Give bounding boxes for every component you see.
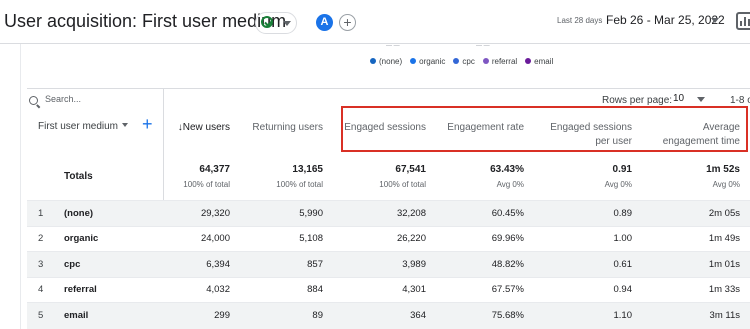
total-subtext: Avg 0% (604, 180, 632, 189)
total-subtext: 100% of total (379, 180, 426, 189)
total-subtext: Avg 0% (712, 180, 740, 189)
table-cell: 2m 05s (708, 208, 740, 219)
total-subtext: 100% of total (276, 180, 323, 189)
table-cell: 3m 11s (709, 310, 740, 321)
left-gutter (20, 44, 21, 329)
table-cell: 4,301 (402, 284, 426, 295)
legend-item[interactable]: referral (482, 57, 518, 66)
table-cell: 1.00 (613, 233, 633, 244)
row-dimension: email (64, 310, 89, 321)
table-cell: 48.82% (491, 259, 524, 270)
table-cell: 3,989 (402, 259, 426, 270)
table-cell: 75.68% (491, 310, 524, 321)
search-input[interactable] (45, 94, 145, 104)
total-value: 0.91 (612, 164, 632, 175)
legend-item[interactable]: (none) (370, 57, 402, 66)
table-cell: 26,220 (396, 233, 426, 244)
legend-dot-icon (525, 58, 532, 64)
totals-label: Totals (64, 171, 93, 182)
table-cell: 1m 01s (708, 259, 740, 270)
add-dimension-button[interactable]: + (142, 115, 153, 133)
table-cell: 5,990 (299, 208, 323, 219)
legend-label: cpc (462, 57, 475, 66)
table-cell: 89 (312, 310, 323, 321)
row-dimension: organic (64, 233, 99, 244)
customize-report-icon[interactable] (736, 12, 750, 30)
chart-axis-fragment: — — (476, 43, 490, 49)
table-cell: 5,108 (299, 233, 323, 244)
row-index: 2 (38, 233, 44, 244)
table-cell: 1.10 (613, 310, 633, 321)
table-cell: 4,032 (206, 284, 230, 295)
check-circle-icon (261, 16, 273, 28)
add-comparison-button[interactable]: + (339, 14, 356, 31)
row-divider (27, 277, 750, 278)
row-dimension: cpc (64, 259, 81, 270)
table-cell: 0.94 (613, 284, 633, 295)
table-cell: 884 (307, 284, 323, 295)
total-value: 63.43% (490, 164, 524, 175)
dimension-selector[interactable]: First user medium (38, 121, 129, 132)
row-dimension: (none) (64, 208, 94, 219)
legend-item[interactable]: email (525, 57, 553, 66)
rows-per-page-label: Rows per page: (602, 95, 673, 106)
total-value: 13,165 (292, 164, 323, 175)
row-index: 1 (38, 208, 44, 219)
legend-dot-icon (482, 58, 489, 64)
search-icon (29, 96, 38, 105)
comparison-avatar[interactable]: A (316, 14, 333, 31)
dimension-header-label: First user medium (38, 121, 119, 132)
total-subtext: 100% of total (183, 180, 230, 189)
table-cell: 1m 33s (708, 284, 740, 295)
legend-item[interactable]: organic (410, 57, 445, 66)
date-range-chevron-icon[interactable] (711, 18, 719, 23)
row-index: 3 (38, 259, 44, 270)
table-cell: 299 (214, 310, 230, 321)
row-index: 5 (38, 310, 44, 321)
rows-per-page-select[interactable]: 10 (673, 93, 684, 104)
table-cell: 364 (410, 310, 426, 321)
date-range-picker[interactable]: Feb 26 - Mar 25, 2022 (606, 13, 725, 27)
table-cell: 60.45% (491, 208, 524, 219)
chart-legend: (none) organic cpc referral email (370, 57, 561, 66)
table-cell: 0.89 (613, 208, 633, 219)
row-index: 4 (38, 284, 44, 295)
legend-label: referral (491, 57, 518, 66)
chart-axis-fragment: — — (386, 43, 400, 49)
legend-label: (none) (379, 57, 403, 66)
highlight-box (341, 106, 748, 152)
chevron-down-icon (122, 123, 129, 127)
row-divider (27, 226, 750, 227)
pagination-range: 1-8 of (730, 95, 750, 106)
table-divider (27, 88, 750, 89)
table-cell: 0.61 (613, 259, 633, 270)
header-divider (0, 43, 750, 44)
legend-dot-icon (453, 58, 460, 64)
table-cell: 67.57% (491, 284, 524, 295)
table-cell: 29,320 (200, 208, 230, 219)
table-cell: 32,208 (396, 208, 426, 219)
table-cell: 857 (307, 259, 323, 270)
column-header-new-users[interactable]: ↓New users (172, 121, 230, 135)
total-value: 67,541 (395, 164, 426, 175)
page-title: User acquisition: First user medium (4, 11, 287, 31)
chevron-down-icon (283, 21, 291, 26)
status-dropdown[interactable] (255, 12, 297, 34)
chevron-down-icon[interactable] (697, 97, 705, 102)
table-cell: 6,394 (206, 259, 230, 270)
legend-item[interactable]: cpc (453, 57, 475, 66)
table-cell: 69.96% (491, 233, 524, 244)
legend-dot-icon (370, 58, 376, 64)
table-cell: 1m 49s (708, 233, 740, 244)
column-header-returning-users[interactable]: Returning users (240, 121, 323, 135)
table-cell: 24,000 (200, 233, 230, 244)
legend-label: organic (419, 57, 446, 66)
legend-label: email (534, 57, 554, 66)
row-dimension: referral (64, 284, 97, 295)
total-value: 1m 52s (706, 164, 740, 175)
total-value: 64,377 (199, 164, 230, 175)
date-range-label: Last 28 days (557, 16, 603, 25)
total-subtext: Avg 0% (496, 180, 524, 189)
legend-dot-icon (410, 58, 417, 64)
